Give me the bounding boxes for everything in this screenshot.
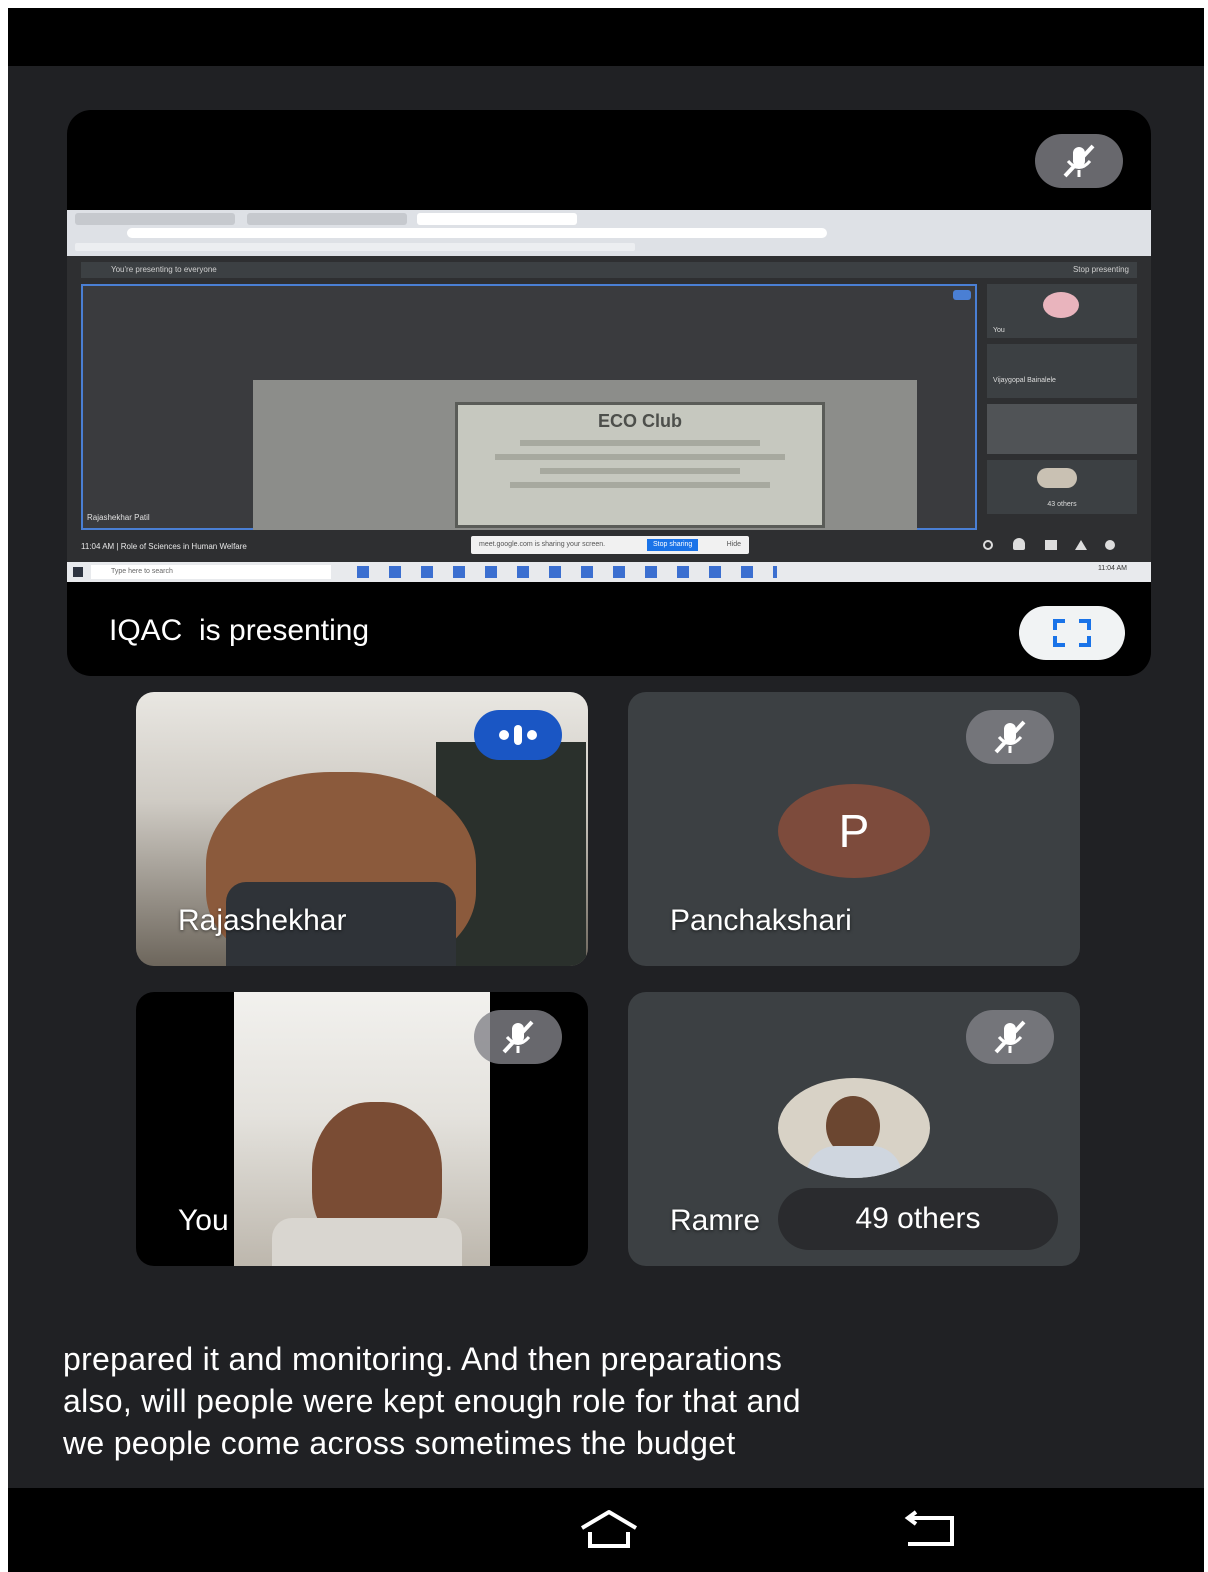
presentation-panel[interactable]: You're presenting to everyone Stop prese…: [67, 110, 1151, 676]
phone-screen: You're presenting to everyone Stop prese…: [8, 8, 1204, 1572]
presenting-banner-text: You're presenting to everyone: [111, 265, 217, 274]
strip-tile-self: You: [987, 284, 1137, 338]
speaking-indicator-icon: [474, 710, 562, 760]
navigation-bar: [8, 1488, 1204, 1572]
strip-others-label: 43 others: [1047, 501, 1077, 508]
fullscreen-button[interactable]: [1019, 606, 1125, 660]
sharing-notice-text: meet.google.com is sharing your screen.: [479, 541, 606, 548]
taskbar-search[interactable]: Type here to search: [91, 565, 331, 579]
others-button[interactable]: 49 others: [778, 1188, 1058, 1250]
avatar: P: [778, 784, 930, 878]
caption-line: we people come across sometimes the budg…: [63, 1425, 736, 1461]
participant-tile-panchakshari[interactable]: P Panchakshari: [628, 692, 1080, 966]
taskbar: Type here to search 11:04 AM: [67, 562, 1151, 582]
main-stage: ECO Club Rajashekhar Patil: [81, 284, 977, 530]
mic-off-icon: [474, 1010, 562, 1064]
home-button[interactable]: [574, 1506, 644, 1556]
back-button[interactable]: [896, 1506, 966, 1556]
fullscreen-icon: [1053, 619, 1091, 647]
strip-tile-others: 43 others: [987, 460, 1137, 514]
self-video-feed: [234, 992, 490, 1266]
stop-presenting-button[interactable]: Stop presenting: [1073, 262, 1129, 278]
status-bar: [8, 8, 1204, 66]
participant-name: Ramre: [670, 1204, 761, 1237]
eco-club-slide: ECO Club: [455, 402, 825, 528]
live-captions: prepared it and monitoring. And then pre…: [63, 1338, 1163, 1464]
avatar: [778, 1078, 930, 1178]
back-icon: [904, 1510, 954, 1546]
strip-participant-label: Vijaygopal Bainalele: [993, 377, 1056, 384]
stage-speaker-name: Rajashekhar Patil: [87, 513, 150, 522]
taskbar-clock: 11:04 AM: [1097, 565, 1127, 572]
presenting-banner: You're presenting to everyone Stop prese…: [81, 262, 1137, 278]
home-icon: [580, 1510, 638, 1548]
mic-off-icon: [966, 1010, 1054, 1064]
stop-sharing-button[interactable]: Stop sharing: [647, 539, 699, 551]
participant-name: Panchakshari: [670, 904, 852, 937]
mic-off-icon: [1035, 134, 1123, 188]
slide-title: ECO Club: [598, 411, 682, 431]
strip-tile-participant: Vijaygopal Bainalele: [987, 344, 1137, 398]
participant-name: You: [178, 1204, 229, 1237]
meeting-info: 11:04 AM | Role of Sciences in Human Wel…: [81, 542, 247, 551]
caption-line: also, will people were kept enough role …: [63, 1383, 801, 1419]
sharing-notice: meet.google.com is sharing your screen. …: [471, 536, 749, 554]
hide-button[interactable]: Hide: [727, 536, 741, 554]
mic-off-icon: [966, 710, 1054, 764]
participant-tile-rajashekhar[interactable]: Rajashekhar: [136, 692, 588, 966]
participant-tile-ramre[interactable]: Ramre 49 others: [628, 992, 1080, 1266]
strip-self-label: You: [993, 327, 1005, 334]
participant-name: Rajashekhar: [178, 904, 347, 937]
caption-line: prepared it and monitoring. And then pre…: [63, 1341, 783, 1377]
participant-tile-you[interactable]: You: [136, 992, 588, 1266]
shared-screen: You're presenting to everyone Stop prese…: [67, 210, 1151, 582]
meet-controls: [977, 538, 1137, 552]
stage-speaking-icon: [953, 290, 971, 300]
presenting-label: IQAC is presenting: [109, 614, 370, 647]
browser-chrome: [67, 210, 1151, 256]
strip-tile-video: [987, 404, 1137, 454]
